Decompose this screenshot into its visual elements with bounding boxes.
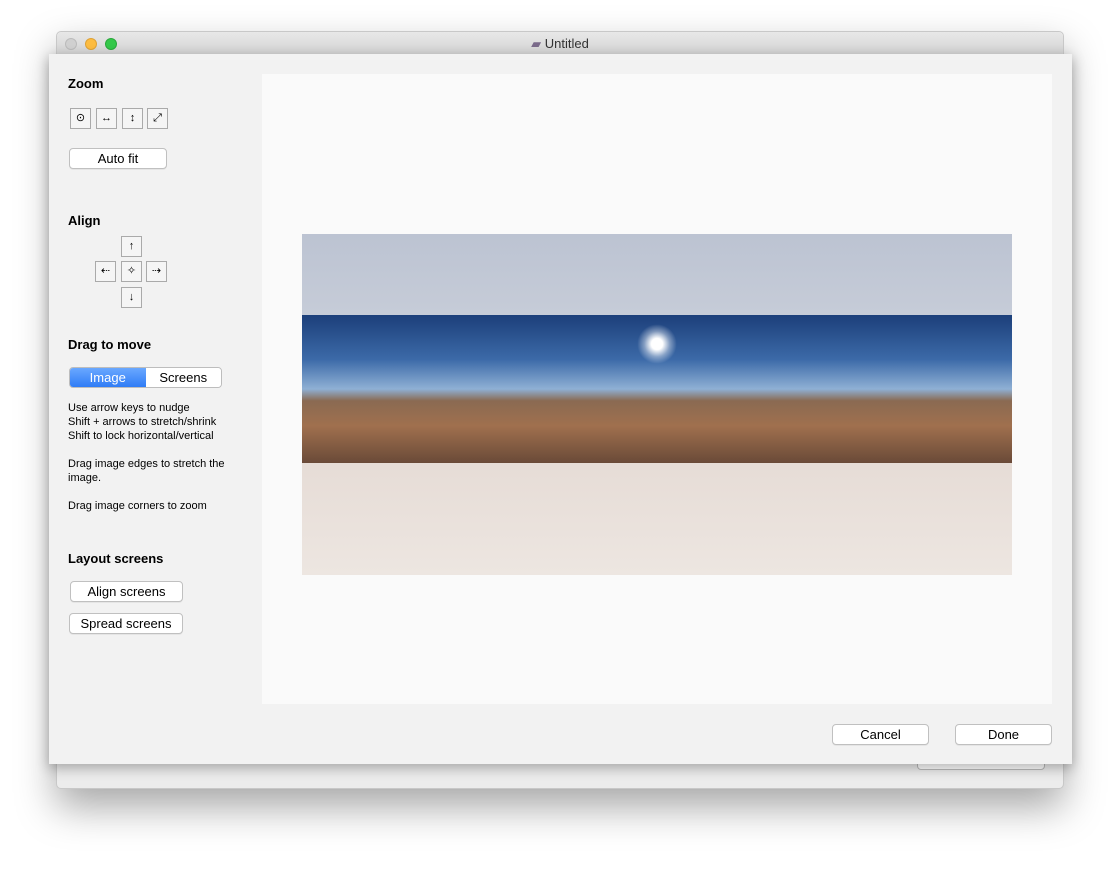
align-bottom-icon[interactable]: ↓ (121, 287, 142, 308)
spread-screens-button[interactable]: Spread screens (69, 613, 183, 634)
drag-mode-segmented-control: Image Screens (69, 367, 222, 388)
preview-canvas[interactable] (262, 74, 1052, 704)
align-screens-button[interactable]: Align screens (70, 581, 183, 602)
cancel-button[interactable]: Cancel (832, 724, 929, 745)
drag-heading: Drag to move (68, 337, 152, 352)
panorama-bottom-overflow (302, 463, 1012, 575)
window-title: Untitled (544, 36, 589, 51)
segment-screens[interactable]: Screens (145, 368, 221, 387)
zoom-center-icon[interactable]: ⊙ (70, 108, 91, 129)
help-text-nudge: Use arrow keys to nudge (68, 402, 190, 414)
zoom-horizontal-icon[interactable]: ↔ (96, 108, 117, 129)
help-text-stretch: Shift + arrows to stretch/shrink (68, 416, 217, 428)
auto-fit-button[interactable]: Auto fit (69, 148, 167, 169)
help-text-lock: Shift to lock horizontal/vertical (68, 430, 214, 442)
minimize-button[interactable] (85, 38, 97, 50)
segment-image[interactable]: Image (70, 368, 146, 387)
zoom-vertical-icon[interactable]: ↕ (122, 108, 143, 129)
align-top-icon[interactable]: ↑ (121, 236, 142, 257)
done-button[interactable]: Done (955, 724, 1052, 745)
close-button[interactable] (65, 38, 77, 50)
title-bar: ▰ Untitled (57, 32, 1063, 55)
layout-heading: Layout screens (68, 551, 164, 566)
align-right-icon[interactable]: ⇢ (146, 261, 167, 282)
help-text-edges: Drag image edges to stretch the image. (68, 458, 225, 484)
align-center-icon[interactable]: ✧ (121, 261, 142, 282)
sun-glare (637, 324, 677, 364)
zoom-button[interactable] (105, 38, 117, 50)
app-icon: ▰ (531, 36, 542, 51)
panorama-image[interactable] (302, 234, 1012, 575)
align-left-icon[interactable]: ⇠ (95, 261, 116, 282)
help-text-corners: Drag image corners to zoom (68, 500, 207, 512)
align-heading: Align (68, 213, 101, 228)
zoom-heading: Zoom (68, 76, 104, 91)
panorama-top-overflow (302, 234, 1012, 315)
sheet-dialog: Zoom ⊙ ↔ ↕ ⤢ Auto fit Align ↑ ⇠ ✧ ⇢ ↓ Dr… (49, 54, 1072, 764)
zoom-diagonal-icon[interactable]: ⤢ (147, 108, 168, 129)
